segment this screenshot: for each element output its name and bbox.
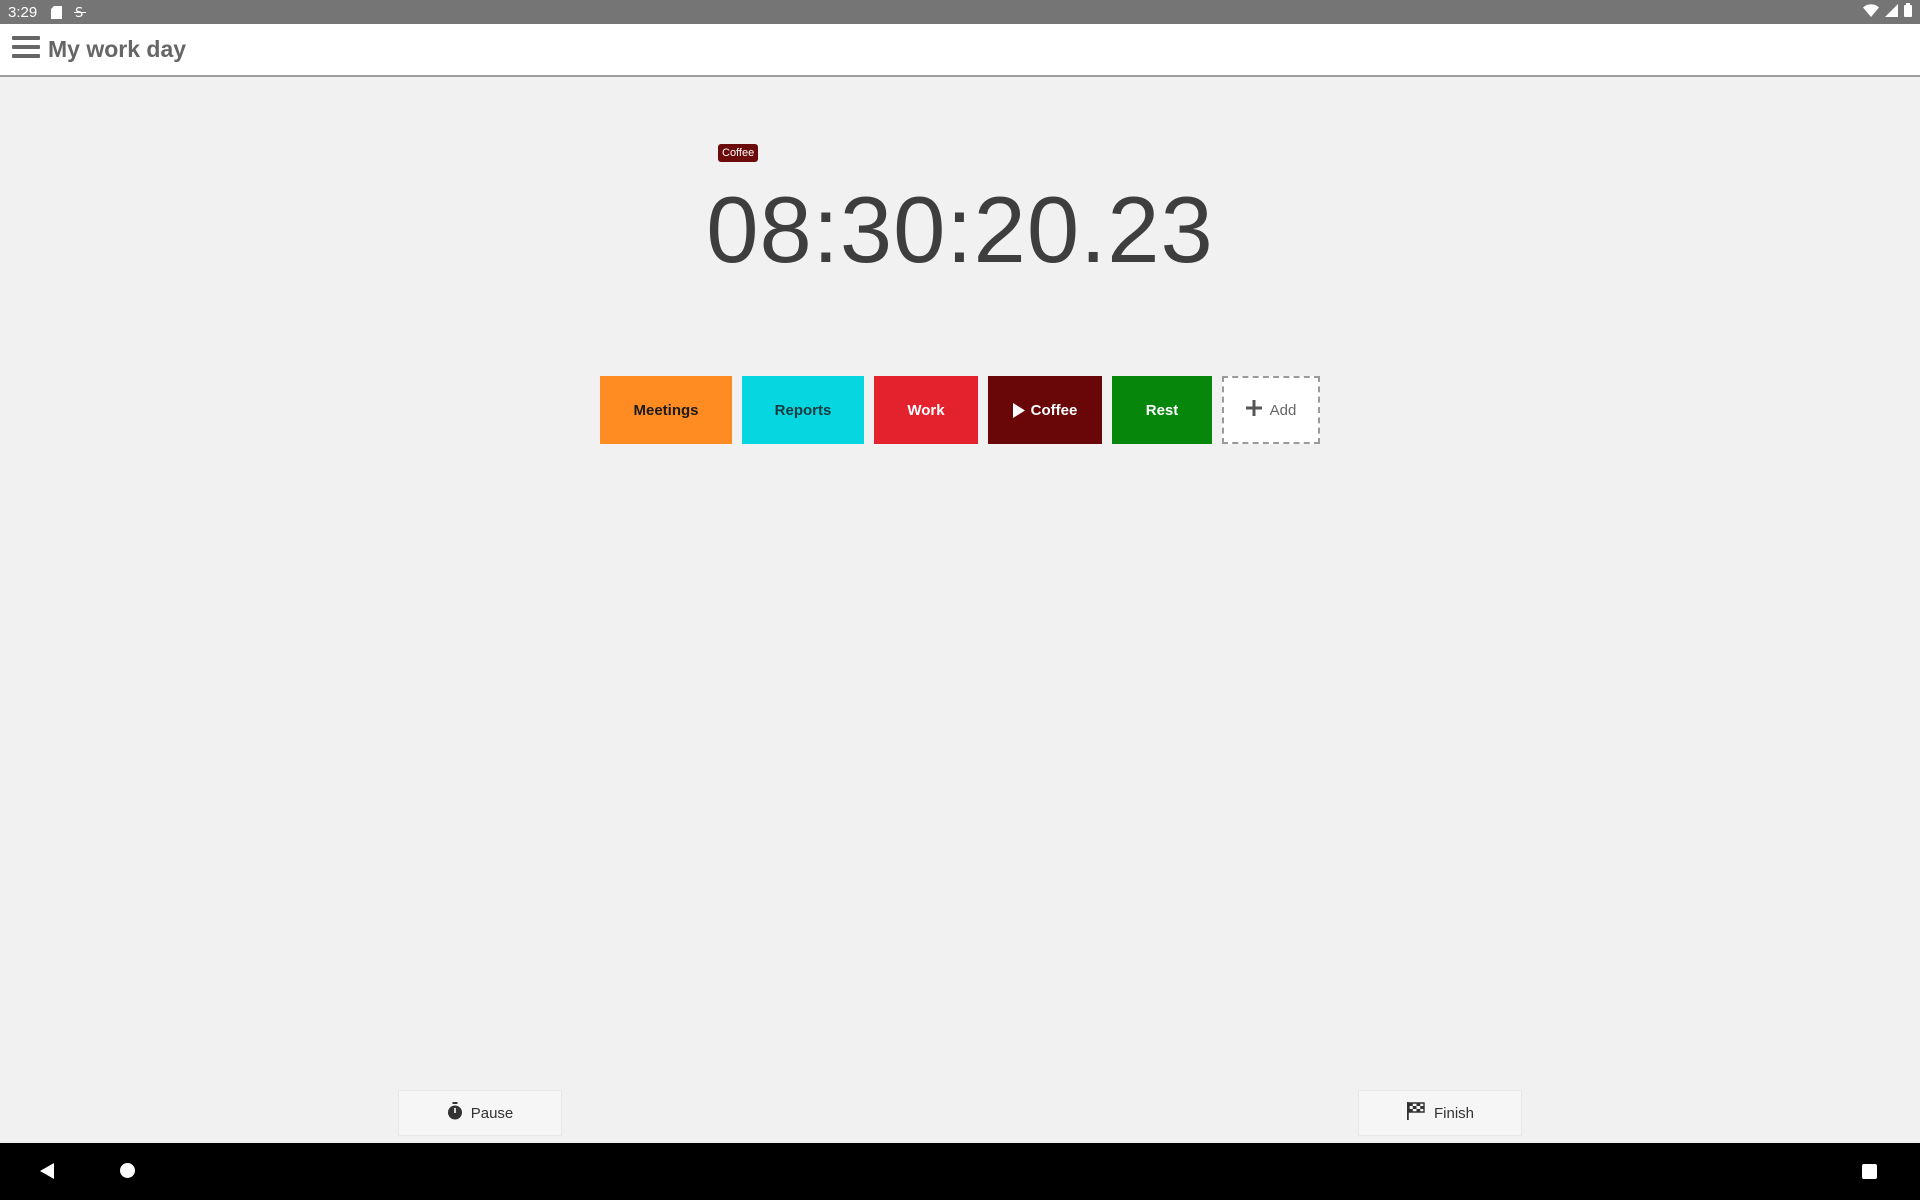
- back-icon[interactable]: [40, 1163, 54, 1184]
- battery-icon: [1904, 3, 1912, 21]
- plus-icon: [1245, 400, 1262, 420]
- status-right-icons: [1863, 3, 1912, 21]
- activity-button-reports[interactable]: Reports: [742, 376, 864, 444]
- activity-buttons: Meetings Reports Work Coffee Rest Add: [600, 376, 1320, 444]
- app-bar: My work day: [0, 24, 1920, 77]
- menu-button[interactable]: [6, 30, 46, 70]
- activity-button-rest[interactable]: Rest: [1112, 376, 1212, 444]
- recents-icon[interactable]: [1862, 1164, 1877, 1184]
- add-label: Add: [1269, 401, 1297, 419]
- current-activity-badge: Coffee: [718, 144, 759, 162]
- hamburger-menu-icon: [12, 35, 40, 64]
- add-activity-button[interactable]: Add: [1222, 376, 1320, 444]
- activity-label: Rest: [1145, 401, 1179, 419]
- activity-label: Reports: [774, 401, 832, 419]
- signal-icon: [1885, 3, 1898, 21]
- stopwatch-icon: [447, 1102, 463, 1124]
- play-icon: [1012, 402, 1025, 418]
- status-time: 3:29: [8, 3, 38, 21]
- activity-label: Work: [907, 401, 945, 419]
- activity-button-work[interactable]: Work: [874, 376, 978, 444]
- activity-button-meetings[interactable]: Meetings: [600, 376, 732, 444]
- elapsed-timer: 08:30:20.23: [706, 177, 1214, 282]
- page-title: My work day: [48, 36, 187, 62]
- status-bar: 3:29 S: [0, 0, 1920, 24]
- sd-card-icon: [51, 5, 63, 19]
- activity-button-coffee[interactable]: Coffee: [988, 376, 1102, 444]
- activity-label: Coffee: [1030, 401, 1078, 419]
- pause-button[interactable]: Pause: [398, 1090, 562, 1136]
- checkered-flag-icon: [1406, 1102, 1426, 1124]
- wifi-icon: [1863, 3, 1879, 21]
- finish-button[interactable]: Finish: [1358, 1090, 1522, 1136]
- pause-label: Pause: [470, 1104, 514, 1122]
- activity-label: Meetings: [633, 401, 699, 419]
- finish-label: Finish: [1433, 1104, 1474, 1122]
- home-icon[interactable]: [120, 1163, 135, 1183]
- navigation-bar: [0, 1143, 1920, 1200]
- sync-icon: S: [74, 6, 87, 19]
